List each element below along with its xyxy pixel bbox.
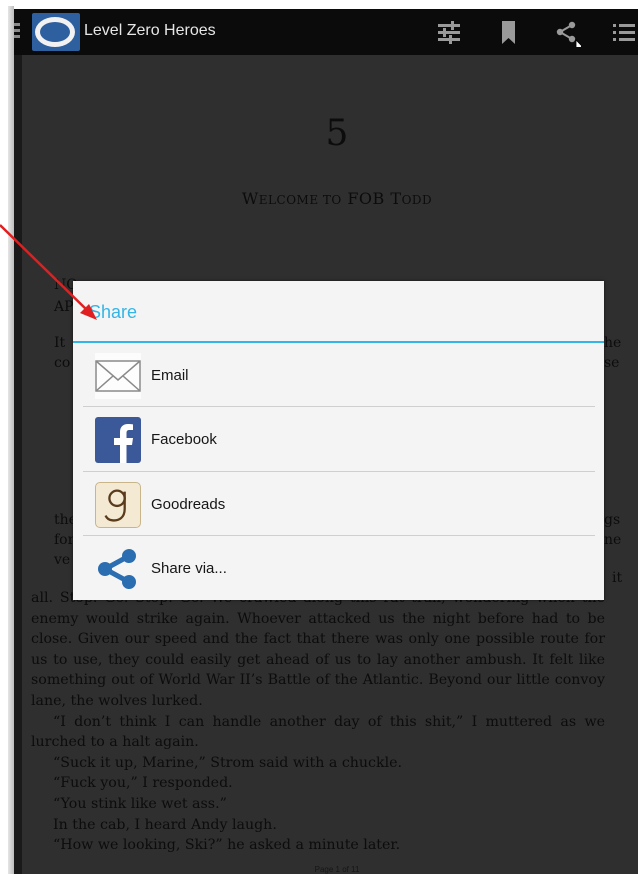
share-icon: [95, 546, 141, 592]
dialog-title: Share: [89, 302, 138, 322]
app-logo[interactable]: [32, 13, 80, 51]
text-fragment: ne: [604, 532, 622, 548]
paragraph: “You stink like wet ass.”: [53, 795, 227, 812]
share-option-facebook[interactable]: Facebook: [83, 407, 595, 471]
text-fragment: he: [604, 335, 622, 351]
bookmark-icon[interactable]: [494, 17, 524, 47]
share-option-label: Email: [151, 367, 189, 384]
share-icon[interactable]: [551, 17, 586, 56]
share-option-label: Goodreads: [151, 496, 226, 513]
chapter-title-small-2: ODD: [401, 193, 433, 207]
facebook-icon: [95, 417, 141, 463]
paragraph: “Fuck you,” I responded.: [53, 775, 233, 792]
text-fragment: it: [612, 570, 623, 586]
text-fragment: It: [54, 335, 66, 351]
sliders-icon[interactable]: [434, 17, 464, 47]
book-body-text: all. Stop. Go. Stop. Go. We crawled alon…: [31, 588, 605, 856]
text-fragment: ve: [54, 552, 71, 568]
share-option-goodreads[interactable]: Goodreads: [83, 472, 595, 536]
list-icon[interactable]: [608, 17, 638, 47]
share-option-share-via[interactable]: Share via...: [83, 536, 595, 600]
text-fragment: co: [54, 355, 71, 371]
paragraph: In the cab, I heard Andy laugh.: [53, 816, 277, 833]
chapter-title-small: ELCOME TO: [258, 193, 342, 207]
share-option-email[interactable]: Email: [83, 343, 595, 407]
share-option-label: Share via...: [151, 560, 227, 577]
action-bar: Level Zero Heroes: [14, 9, 638, 56]
paragraph: all. Stop. Go. Stop. Go. We crawled alon…: [31, 590, 605, 709]
chapter-title-cap: W: [241, 189, 259, 208]
chapter-title: WELCOME TO FOB TODD: [22, 189, 638, 208]
share-option-label: Facebook: [151, 431, 217, 448]
text-fragment: for: [54, 532, 75, 548]
paragraph: “How we looking, Ski?” he asked a minute…: [53, 837, 401, 854]
email-icon: [95, 353, 141, 399]
text-fragment: se: [604, 355, 620, 371]
text-fragment: gs: [604, 512, 621, 528]
chapter-number: 5: [325, 113, 349, 154]
paragraph: “Suck it up, Marine,” Strom said with a …: [53, 754, 403, 771]
goodreads-icon: [95, 482, 141, 528]
drawer-handle-icon[interactable]: [14, 23, 20, 39]
page-indicator: Page 1 of 11: [314, 865, 360, 874]
paragraph: “I don’t think I can handle another day …: [31, 713, 605, 751]
chapter-title-word: FOB T: [341, 189, 402, 208]
app-title: Level Zero Heroes: [84, 22, 216, 39]
share-dialog: Share Email Facebook Goodreads Share via…: [73, 281, 604, 600]
text-fragment: AP: [54, 299, 74, 315]
